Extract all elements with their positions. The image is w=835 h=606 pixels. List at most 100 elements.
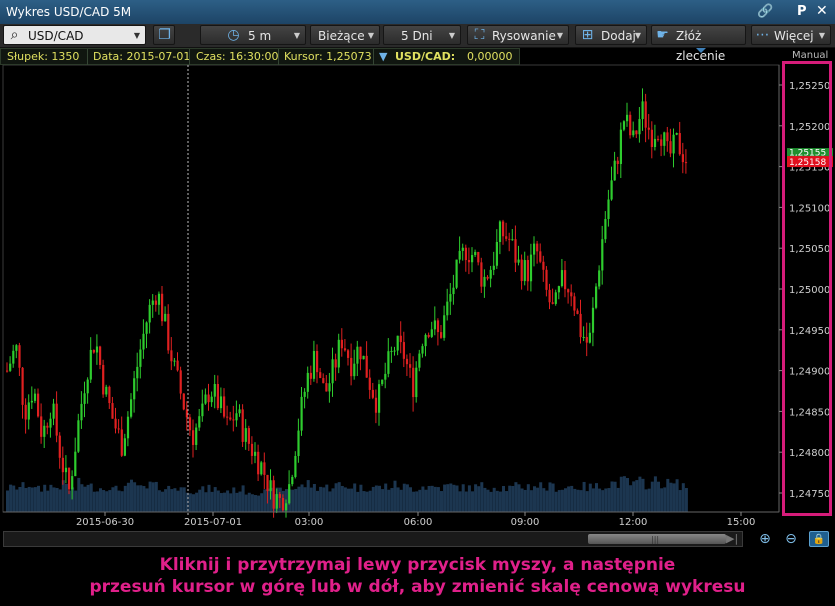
volume-bar: [33, 487, 37, 512]
volume-bar: [316, 490, 319, 512]
volume-bar: [111, 487, 115, 512]
candle-body: [68, 467, 71, 490]
volume-bar: [250, 494, 254, 512]
candle-body: [418, 353, 421, 368]
candle-body: [303, 391, 306, 397]
candle-body: [108, 386, 111, 404]
price-chart[interactable]: 1,252501,252001,251501,251001,250501,250…: [0, 0, 835, 530]
volume-bar: [564, 488, 567, 512]
candle-body: [331, 359, 334, 384]
volume-bar: [495, 490, 499, 512]
candle-body: [495, 241, 498, 266]
candle-body: [102, 364, 105, 395]
candle-body: [564, 270, 567, 290]
candle-body: [213, 384, 216, 397]
lock-icon[interactable]: 🔒: [809, 531, 829, 547]
volume-bar: [622, 476, 626, 512]
candle-body: [650, 129, 653, 148]
candle-body: [529, 254, 533, 282]
volume-bar: [629, 485, 633, 512]
candle-body: [467, 260, 471, 263]
candle-body: [52, 403, 55, 419]
candle-body: [402, 342, 405, 359]
candle-body: [607, 199, 610, 220]
volume-bar: [483, 487, 487, 512]
volume-bar: [412, 491, 416, 512]
candle-body: [306, 372, 309, 392]
candle-body: [365, 355, 368, 378]
volume-bar: [95, 491, 99, 512]
volume-bar: [471, 491, 474, 512]
volume-bar: [508, 485, 512, 512]
volume-bar: [626, 477, 629, 512]
candle-body: [657, 138, 660, 140]
candle-body: [309, 372, 312, 379]
candle-body: [430, 329, 433, 337]
volume-bar: [353, 483, 357, 512]
candle-body: [111, 403, 114, 419]
instrument-label: USD/CAD:: [395, 50, 456, 63]
volume-bar: [467, 485, 471, 512]
volume-bar: [387, 489, 391, 512]
volume-bar: [136, 485, 140, 512]
zoom-in-icon[interactable]: ⊕: [755, 531, 775, 547]
volume-bar: [449, 483, 453, 512]
volume-bar: [6, 490, 9, 512]
volume-bar: [207, 484, 211, 512]
candle-body: [474, 251, 477, 256]
volume-bar: [595, 483, 598, 512]
candle-body: [579, 313, 582, 338]
volume-bar: [312, 484, 316, 512]
candle-body: [139, 349, 142, 367]
candle-body: [436, 320, 440, 333]
candle-body: [517, 259, 520, 263]
candle-body: [120, 429, 123, 456]
candle-body: [415, 367, 418, 398]
candle-body: [681, 154, 684, 163]
volume-bar: [635, 480, 639, 512]
collapse-triangle-icon[interactable]: ▼: [379, 50, 387, 63]
volume-bar: [433, 486, 437, 512]
candle-body: [226, 416, 229, 418]
candle-body: [626, 114, 629, 122]
volume-bar: [604, 488, 608, 512]
x-tick-label: 15:00: [727, 517, 756, 528]
volume-bar: [170, 489, 174, 512]
volume-bar: [523, 489, 527, 512]
candle-body: [275, 494, 278, 509]
volume-bar: [117, 490, 121, 512]
candle-body: [458, 250, 461, 260]
volume-bar: [167, 485, 171, 512]
chart-scrollbar[interactable]: ||| ▶|: [3, 531, 743, 547]
volume-bar: [585, 491, 589, 512]
candle-body: [151, 300, 154, 305]
volume-bar: [505, 491, 509, 512]
volume-bar: [464, 491, 468, 512]
candle-body: [582, 336, 585, 338]
time-axis[interactable]: 2015-06-30 2015-07-01 03:00 06:00 09:00 12:00…: [3, 511, 779, 528]
candle-body: [684, 162, 688, 164]
volume-bar: [12, 485, 16, 512]
candle-body: [235, 413, 238, 421]
volume-bar: [114, 485, 118, 512]
candle-body: [71, 476, 74, 490]
scroll-end-icon[interactable]: ▶|: [726, 532, 738, 545]
x-tick-label: 12:00: [619, 517, 648, 528]
candle-body: [477, 251, 480, 263]
volume-bar: [291, 489, 295, 512]
volume-bar: [498, 491, 502, 512]
candle-body: [390, 350, 393, 352]
volume-bar: [350, 488, 354, 512]
candle-body: [585, 336, 588, 343]
candle-body: [33, 393, 37, 401]
candle-body: [350, 357, 353, 377]
candle-body: [374, 397, 378, 413]
volume-bar: [219, 493, 223, 512]
info-divider: [373, 49, 374, 65]
candle-body: [40, 416, 43, 437]
candle-body: [551, 302, 554, 304]
candle-body: [204, 394, 207, 404]
volume-bar: [18, 487, 22, 512]
volume-bar: [43, 484, 47, 512]
zoom-out-icon[interactable]: ⊖: [781, 531, 801, 547]
